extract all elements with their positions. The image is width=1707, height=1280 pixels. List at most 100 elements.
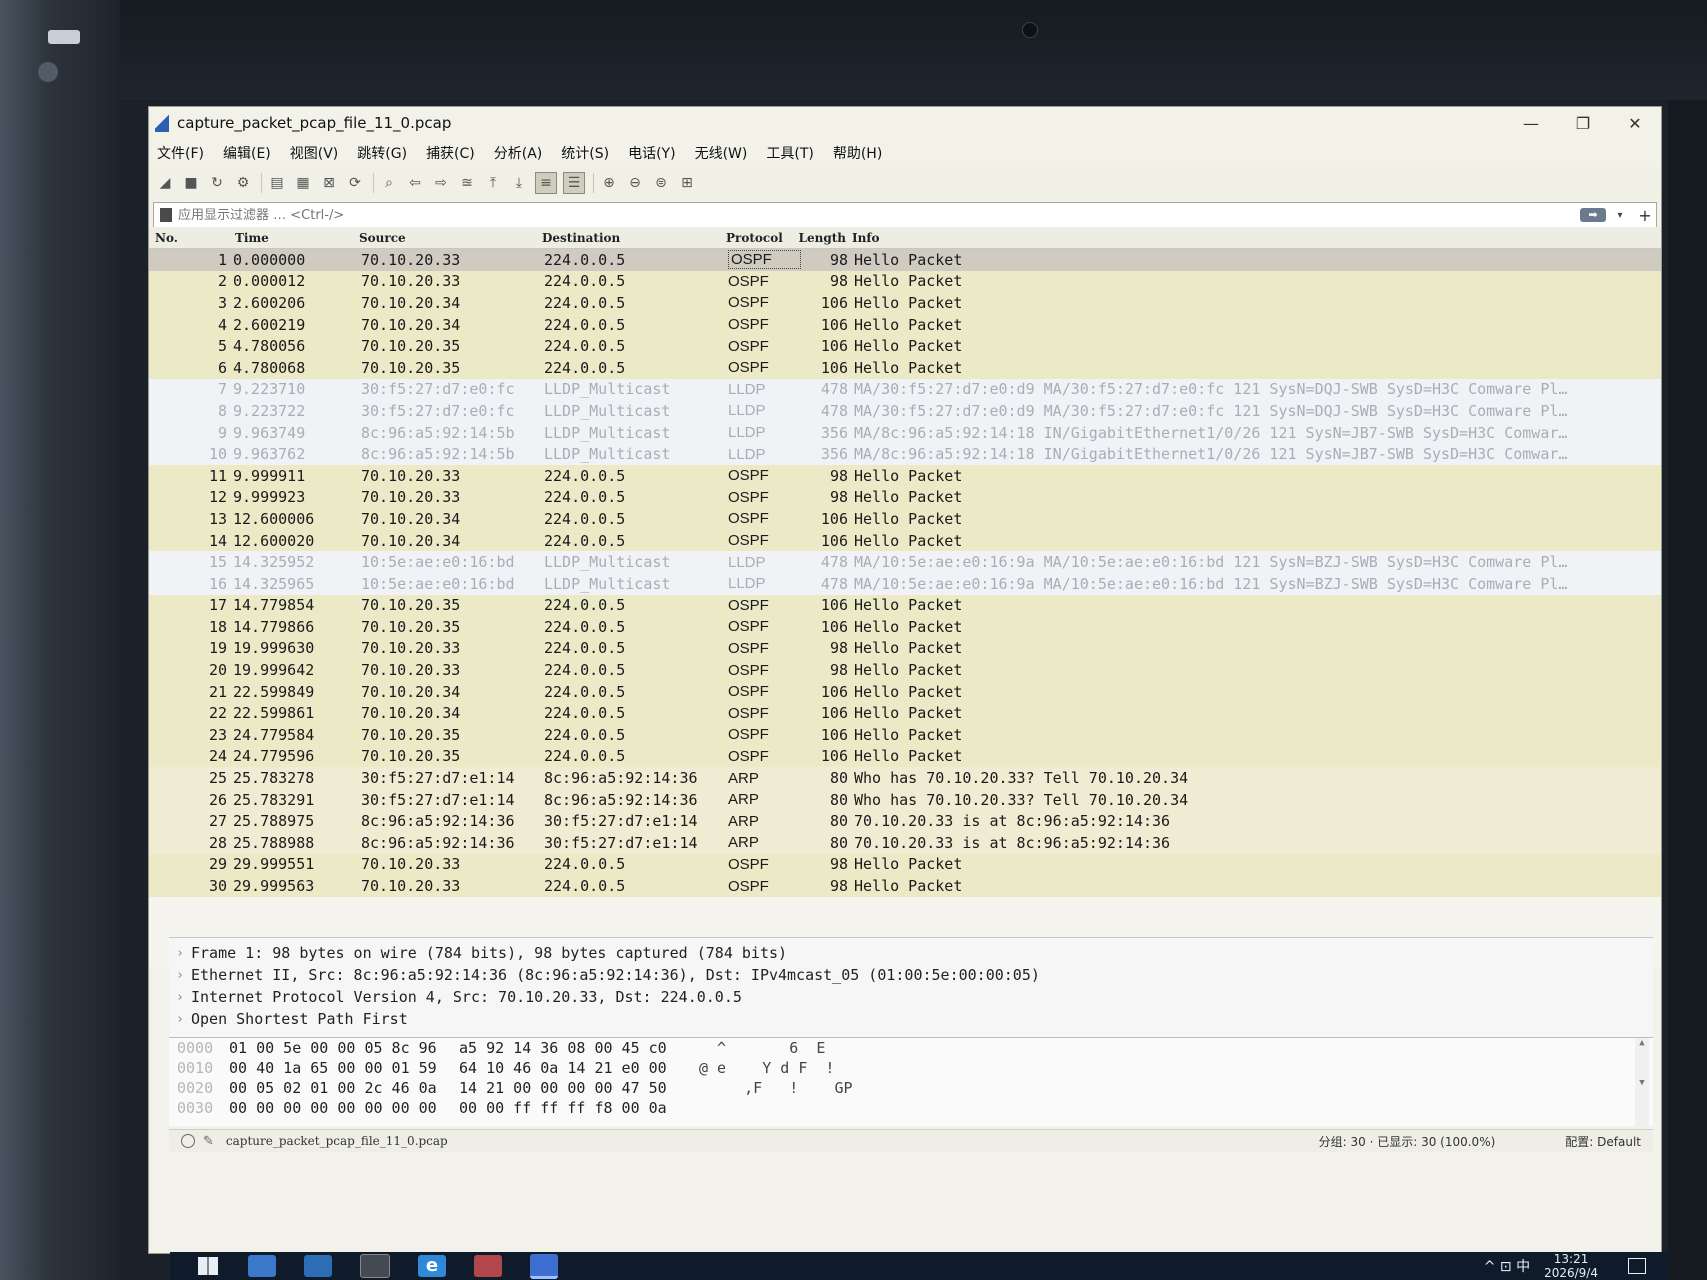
packet-row[interactable]: 9 9.963749 8c:96:a5:92:14:5b LLDP_Multicast… (149, 421, 1661, 444)
capture-options-icon[interactable]: ⚙ (233, 173, 253, 193)
edit-comment-icon[interactable]: ✎ (203, 1134, 214, 1149)
last-packet-icon[interactable]: ⤓ (509, 173, 529, 193)
arrow-right-icon[interactable]: ➡ (1580, 208, 1606, 222)
menu-statistics[interactable]: 统计(S) (561, 143, 609, 163)
menu-tools[interactable]: 工具(T) (766, 143, 813, 163)
bytes-scrollbar[interactable]: ▲ ▼ (1635, 1038, 1649, 1126)
taskbar-clock[interactable]: 13:21 2026/9/4 (1544, 1252, 1598, 1280)
column-info[interactable]: Info (852, 231, 1661, 245)
menu-go[interactable]: 跳转(G) (357, 143, 407, 163)
column-no[interactable]: No. (149, 231, 235, 245)
packet-row[interactable]: 3 2.600206 70.10.20.34 224.0.0.5 OSPF 106 Hell… (149, 292, 1661, 314)
minimize-button[interactable]: — (1505, 114, 1557, 133)
close-button[interactable]: ✕ (1609, 114, 1661, 133)
packet-row[interactable]: 14 12.600020 70.10.20.34 224.0.0.5 OSPF 106 He… (149, 529, 1661, 552)
packet-row[interactable]: 8 9.223722 30:f5:27:d7:e0:fc LLDP_Multicast… (149, 400, 1661, 422)
go-back-icon[interactable]: ⇦ (405, 173, 425, 193)
packet-row[interactable]: 17 14.779854 70.10.20.35 224.0.0.5 OSPF 106 He… (149, 594, 1661, 617)
packet-row[interactable]: 28 25.788988 8c:96:a5:92:14:36 30:f5:27:d7:… (149, 832, 1661, 854)
system-tray[interactable]: ^ ⊡ 中 (1484, 1256, 1530, 1276)
packet-row[interactable]: 29 29.999551 70.10.20.33 224.0.0.5 OSPF 98 Hel… (149, 853, 1661, 876)
detail-frame[interactable]: › Frame 1: 98 bytes on wire (784 bits), … (169, 942, 1653, 964)
detail-ospf[interactable]: › Open Shortest Path First (169, 1008, 1653, 1030)
taskbar-app-icon[interactable] (304, 1255, 332, 1277)
packet-row[interactable]: 6 4.780068 70.10.20.35 224.0.0.5 OSPF 106 Hell… (149, 356, 1661, 379)
packet-row[interactable]: 22 22.599861 70.10.20.34 224.0.0.5 OSPF 106 He… (149, 702, 1661, 725)
restart-capture-icon[interactable]: ↻ (207, 173, 227, 193)
packet-row[interactable]: 2 0.000012 70.10.20.33 224.0.0.5 OSPF 98 Hello… (149, 270, 1661, 293)
zoom-in-icon[interactable]: ⊕ (599, 173, 619, 193)
menu-telephony[interactable]: 电话(Y) (628, 143, 675, 163)
first-packet-icon[interactable]: ⤒ (483, 173, 503, 193)
column-destination[interactable]: Destination (542, 231, 726, 245)
bookmark-icon[interactable] (160, 208, 172, 222)
go-to-packet-icon[interactable]: ≊ (457, 173, 477, 193)
find-packet-icon[interactable]: ⌕ (379, 173, 399, 193)
taskbar-app-icon[interactable] (474, 1255, 502, 1277)
detail-ipv4[interactable]: › Internet Protocol Version 4, Src: 70.1… (169, 986, 1653, 1008)
taskbar-wireshark-icon[interactable] (530, 1253, 558, 1279)
packet-row[interactable]: 11 9.999911 70.10.20.33 224.0.0.5 OSPF 98 Hell… (149, 464, 1661, 487)
packet-row[interactable]: 27 25.788975 8c:96:a5:92:14:36 30:f5:27:d7:… (149, 810, 1661, 833)
packet-row[interactable]: 25 25.783278 30:f5:27:d7:e1:14 8c:96:a5:92:… (149, 767, 1661, 789)
taskbar-terminal-icon[interactable] (360, 1254, 390, 1278)
save-file-icon[interactable]: ▦ (293, 173, 313, 193)
chevron-right-icon[interactable]: › (169, 946, 191, 961)
notification-icon[interactable] (1628, 1258, 1646, 1274)
packet-row[interactable]: 24 24.779596 70.10.20.35 224.0.0.5 OSPF 106 He… (149, 745, 1661, 768)
zoom-normal-icon[interactable]: ⊜ (651, 173, 671, 193)
column-time[interactable]: Time (235, 231, 359, 245)
packet-row[interactable]: 21 22.599849 70.10.20.34 224.0.0.5 OSPF 106 He… (149, 680, 1661, 703)
packet-row[interactable]: 18 14.779866 70.10.20.35 224.0.0.5 OSPF 106 He… (149, 616, 1661, 638)
column-source[interactable]: Source (359, 231, 542, 245)
menu-help[interactable]: 帮助(H) (833, 143, 882, 163)
go-forward-icon[interactable]: ⇨ (431, 173, 451, 193)
packet-row[interactable]: 15 14.325952 10:5e:ae:e0:16:bd LLDP_Multica… (149, 551, 1661, 573)
byte-row[interactable]: 0030 00 00 00 00 00 00 00 00 00 00 ff ff… (169, 1098, 1653, 1118)
chevron-down-icon[interactable]: ▾ (1612, 210, 1628, 221)
taskbar-ie-icon[interactable]: e (418, 1255, 446, 1277)
status-profile[interactable]: 配置: Default (1565, 1133, 1641, 1150)
add-filter-button[interactable]: + (1634, 206, 1656, 225)
chevron-right-icon[interactable]: › (169, 968, 191, 983)
packet-row[interactable]: 23 24.779584 70.10.20.35 224.0.0.5 OSPF 106 He… (149, 724, 1661, 746)
resize-columns-icon[interactable]: ⊞ (677, 173, 697, 193)
stop-capture-icon[interactable]: ■ (181, 173, 201, 193)
byte-row[interactable]: 0000 01 00 5e 00 00 05 8c 96 a5 92 14 36… (169, 1038, 1653, 1058)
display-filter-input[interactable] (176, 206, 1580, 224)
menu-analyze[interactable]: 分析(A) (494, 143, 543, 163)
close-file-icon[interactable]: ⊠ (319, 173, 339, 193)
start-capture-icon[interactable]: ◢ (155, 173, 175, 193)
menu-view[interactable]: 视图(V) (290, 143, 339, 163)
packet-row[interactable]: 30 29.999563 70.10.20.33 224.0.0.5 OSPF 98 Hel… (149, 875, 1661, 897)
zoom-out-icon[interactable]: ⊖ (625, 173, 645, 193)
chevron-right-icon[interactable]: › (169, 1012, 191, 1027)
packet-row[interactable]: 13 12.600006 70.10.20.34 224.0.0.5 OSPF 106 He… (149, 508, 1661, 530)
chevron-right-icon[interactable]: › (169, 990, 191, 1005)
packet-row[interactable]: 12 9.999923 70.10.20.33 224.0.0.5 OSPF 98 Hell… (149, 486, 1661, 509)
packet-row[interactable]: 1 0.000000 70.10.20.33 224.0.0.5 OSPF 98 Hello… (149, 249, 1661, 271)
menu-capture[interactable]: 捕获(C) (426, 143, 475, 163)
taskbar-app-icon[interactable] (248, 1255, 276, 1277)
column-protocol[interactable]: Protocol (726, 231, 798, 245)
packet-row[interactable]: 7 9.223710 30:f5:27:d7:e0:fc LLDP_Multicast… (149, 378, 1661, 401)
ready-icon[interactable] (181, 1134, 195, 1148)
packet-row[interactable]: 5 4.780056 70.10.20.35 224.0.0.5 OSPF 106 Hell… (149, 335, 1661, 357)
menu-edit[interactable]: 编辑(E) (223, 143, 271, 163)
byte-row[interactable]: 0010 00 40 1a 65 00 00 01 59 64 10 46 0a… (169, 1058, 1653, 1078)
packet-row[interactable]: 4 2.600219 70.10.20.34 224.0.0.5 OSPF 106 Hell… (149, 313, 1661, 336)
packet-row[interactable]: 20 19.999642 70.10.20.33 224.0.0.5 OSPF 98 Hel… (149, 659, 1661, 681)
column-length[interactable]: Length (798, 231, 852, 245)
windows-start-icon[interactable] (198, 1257, 218, 1275)
reload-file-icon[interactable]: ⟳ (345, 173, 365, 193)
open-file-icon[interactable]: ▤ (267, 173, 287, 193)
packet-row[interactable]: 16 14.325965 10:5e:ae:e0:16:bd LLDP_Multica… (149, 572, 1661, 595)
detail-ethernet[interactable]: › Ethernet II, Src: 8c:96:a5:92:14:36 (8… (169, 964, 1653, 986)
packet-row[interactable]: 26 25.783291 30:f5:27:d7:e1:14 8c:96:a5:92:… (149, 788, 1661, 811)
restore-button[interactable]: ❐ (1557, 114, 1609, 133)
byte-row[interactable]: 0020 00 05 02 01 00 2c 46 0a 14 21 00 00… (169, 1078, 1653, 1098)
packet-row[interactable]: 19 19.999630 70.10.20.33 224.0.0.5 OSPF 98 Hel… (149, 637, 1661, 660)
menu-wireless[interactable]: 无线(W) (695, 143, 748, 163)
colorize-icon[interactable]: ☰ (563, 172, 585, 194)
autoscroll-icon[interactable]: ≡ (535, 172, 557, 194)
